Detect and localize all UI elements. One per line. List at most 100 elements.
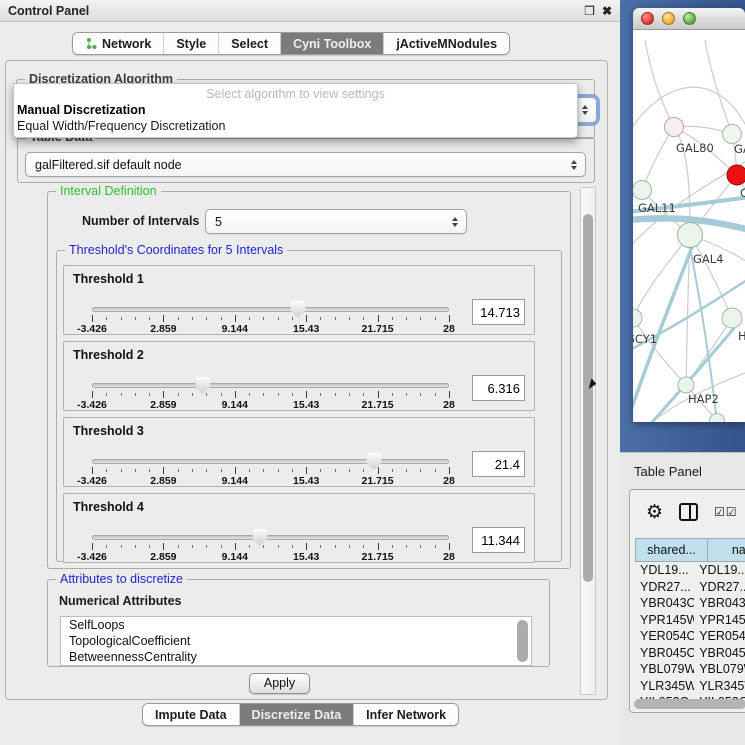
dropdown-option[interactable]: Equal Width/Frequency Discretization (14, 118, 577, 134)
table-row[interactable]: YLR345WYLR345W (635, 678, 745, 695)
attribute-list-item[interactable]: TopologicalCoefficient (61, 633, 531, 649)
network-window-titlebar (633, 8, 745, 30)
network-canvas[interactable]: GAL80GAGAL11CGAL4GCY1HHAP2 (633, 30, 745, 422)
table-row[interactable]: YBR043CYBR043C (635, 595, 745, 612)
network-edge[interactable] (642, 127, 674, 190)
combo-stepper-icon (571, 160, 577, 170)
network-view-window: GAL80GAGAL11CGAL4GCY1HHAP2 (633, 8, 745, 422)
table-cell: YPR145W (694, 612, 745, 629)
table-data-selected-value: galFiltered.sif default node (35, 158, 182, 172)
panel-vertical-scrollbar[interactable] (580, 187, 596, 695)
slider-track[interactable] (92, 459, 449, 464)
minimize-traffic-light-icon[interactable] (662, 12, 675, 25)
dropdown-option[interactable]: Manual Discretization (14, 102, 577, 118)
tab-label: Infer Network (366, 708, 446, 722)
threshold-slider[interactable]: -3.4262.8599.14415.4321.71528 (92, 378, 449, 410)
table-row[interactable]: YDR27...YDR27... (635, 579, 745, 596)
network-edge[interactable] (705, 40, 732, 134)
slider-track[interactable] (92, 383, 449, 388)
network-node[interactable] (678, 223, 703, 248)
slider-ticks (92, 467, 449, 474)
network-node[interactable] (678, 377, 694, 393)
table-row[interactable]: YBR045CYBR045C (635, 645, 745, 662)
threshold-label: Threshold 4 (73, 500, 144, 514)
tab-infer-network[interactable]: Infer Network (353, 704, 458, 725)
network-node-label: GCY1 (633, 332, 657, 346)
numerical-attributes-title: Numerical Attributes (59, 594, 181, 608)
apply-button[interactable]: Apply (249, 673, 310, 694)
tab-cyni-toolbox[interactable]: Cyni Toolbox (280, 33, 383, 54)
table-column-header[interactable]: name (708, 538, 745, 562)
table-cell: YBR045C (635, 645, 694, 662)
threshold-panel: Threshold 4 -3.4262.8599.14415.4321.71528 (63, 493, 535, 563)
table-row[interactable]: YPR145WYPR145W (635, 612, 745, 629)
network-node-label: GAL4 (693, 252, 724, 266)
table-data-combobox[interactable]: galFiltered.sif default node (25, 152, 586, 177)
table-panel-header: Table Panel (620, 452, 745, 487)
network-edge[interactable] (645, 40, 674, 127)
table-row[interactable]: YBL079WYBL079W (635, 661, 745, 678)
thresholds-group-label: Threshold's Coordinates for 5 Intervals (65, 243, 287, 257)
threshold-slider[interactable]: -3.4262.8599.14415.4321.71528 (92, 302, 449, 334)
table-cell: YBL079W (635, 661, 694, 678)
network-node-label: GAL11 (638, 201, 676, 215)
network-node[interactable] (723, 125, 742, 144)
threshold-value-field[interactable] (472, 527, 525, 553)
threshold-value-field[interactable] (472, 375, 525, 401)
algorithm-dropdown-popup: Select algorithm to view settings Manual… (13, 83, 578, 138)
network-node[interactable] (665, 118, 684, 137)
slider-track[interactable] (92, 535, 449, 540)
network-edge-highlighted[interactable] (690, 247, 716, 414)
tab-label: Discretize Data (252, 708, 342, 722)
threshold-label: Threshold 1 (73, 272, 144, 286)
close-window-icon[interactable]: ✖ (602, 5, 612, 17)
tab-style[interactable]: Style (163, 33, 218, 54)
tab-network[interactable]: Network (73, 33, 163, 54)
combo-stepper-icon (452, 217, 458, 227)
tab-jactivemnodules[interactable]: jActiveMNodules (383, 33, 509, 54)
table-cell: YBL079W (694, 661, 745, 678)
network-node[interactable] (727, 165, 745, 185)
numerical-attributes-list[interactable]: SelfLoopsTopologicalCoefficientBetweenne… (60, 616, 532, 666)
table-panel-title: Table Panel (634, 464, 702, 479)
float-window-icon[interactable]: ❒ (584, 5, 595, 17)
threshold-slider[interactable]: -3.4262.8599.14415.4321.71528 (92, 530, 449, 562)
table-row[interactable]: YER054CYER054C (635, 628, 745, 645)
threshold-value-field[interactable] (472, 451, 525, 477)
zoom-traffic-light-icon[interactable] (683, 12, 696, 25)
network-node[interactable] (722, 308, 742, 328)
tab-select[interactable]: Select (218, 33, 280, 54)
panel-scrollbar-thumb[interactable] (583, 214, 593, 582)
attribute-list-item[interactable]: SelfLoops (61, 617, 531, 633)
table-horizontal-scrollbar-thumb[interactable] (634, 699, 745, 709)
window-title: Control Panel (8, 4, 89, 18)
list-scrollbar-thumb[interactable] (517, 620, 528, 662)
network-node[interactable] (633, 181, 652, 200)
close-traffic-light-icon[interactable] (641, 12, 654, 25)
thresholds-groupbox: Threshold's Coordinates for 5 Intervals … (56, 250, 562, 562)
dropdown-prompt-item[interactable]: Select algorithm to view settings (14, 86, 577, 102)
slider-tick-labels: -3.4262.8599.14415.4321.71528 (92, 475, 449, 486)
table-row[interactable]: YDL19...YDL19... (635, 562, 745, 579)
table-column-header[interactable]: shared... (635, 538, 708, 562)
network-node-label: HAP2 (688, 392, 719, 406)
tab-discretize-data[interactable]: Discretize Data (239, 704, 354, 725)
threshold-slider[interactable]: -3.4262.8599.14415.4321.71528 (92, 454, 449, 486)
threshold-value-field[interactable] (472, 299, 525, 325)
tab-impute-data[interactable]: Impute Data (143, 704, 239, 725)
tab-label: Select (231, 37, 268, 51)
slider-track[interactable] (92, 307, 449, 312)
tab-label: jActiveMNodules (396, 37, 497, 51)
gear-icon[interactable]: ⚙ (646, 503, 663, 522)
bottom-tab-strip: Impute Data Discretize Data Infer Network (142, 703, 459, 726)
checkbox-icons[interactable]: ☑☑ (714, 505, 738, 519)
num-intervals-combobox[interactable]: 5 (205, 209, 467, 234)
network-node-label: GAL80 (676, 141, 714, 155)
table-panel: ⚙ ☑☑ shared...name YDL19...YDL19...YDR27… (620, 487, 745, 745)
column-split-icon[interactable] (679, 503, 698, 521)
attribute-list-item[interactable]: BetweennessCentrality (61, 649, 531, 665)
slider-tick-labels: -3.4262.8599.14415.4321.71528 (92, 399, 449, 410)
network-node[interactable] (633, 309, 642, 327)
tab-label: Style (176, 37, 206, 51)
tab-label: Cyni Toolbox (293, 37, 371, 51)
